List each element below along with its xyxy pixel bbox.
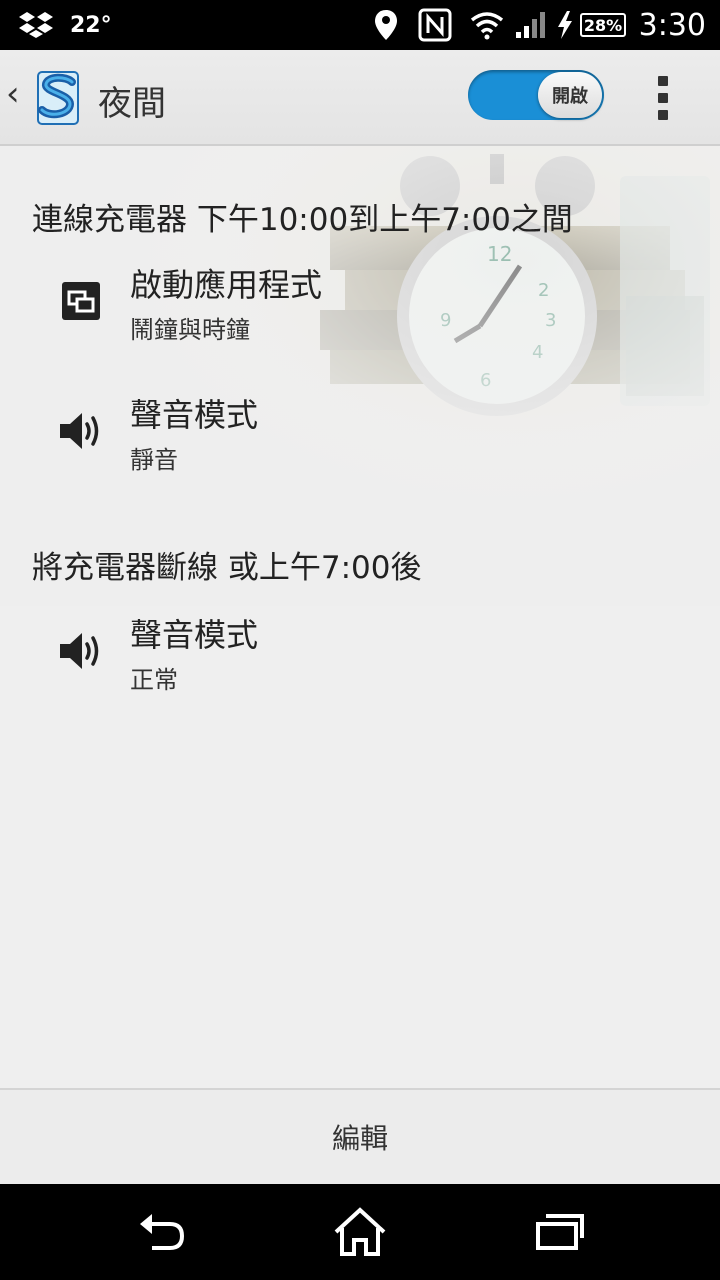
night-mode-toggle[interactable]: 開啟 <box>468 70 604 120</box>
launch-app-icon <box>60 280 106 326</box>
row-title: 啟動應用程式 <box>130 266 323 304</box>
speaker-icon <box>58 408 104 454</box>
battery-percent: 28% <box>580 13 626 37</box>
edit-button[interactable]: 編輯 <box>0 1088 720 1184</box>
section-title-connected: 連線充電器 下午10:00到上午7:00之間 <box>32 202 573 238</box>
toggle-label: 開啟 <box>538 72 602 118</box>
profile-content: 12 2 3 4 6 9 連線充電器 下午10:00到上午7:00之間 啟動應用… <box>0 146 720 1088</box>
recent-apps-icon[interactable] <box>530 1206 590 1258</box>
row-title: 聲音模式 <box>130 396 259 434</box>
temperature-text: 22° <box>70 12 112 38</box>
nfc-icon <box>418 0 452 50</box>
section-title-disconnected: 將充電器斷線 或上午7:00後 <box>32 550 422 586</box>
home-icon[interactable] <box>330 1206 390 1258</box>
charging-icon <box>556 0 574 50</box>
status-bar: 22° 28% 3:30 <box>0 0 720 50</box>
row-title: 聲音模式 <box>130 616 259 654</box>
back-chevron-icon[interactable]: ‹ <box>6 74 20 114</box>
navigation-bar <box>0 1184 720 1280</box>
wifi-icon <box>470 0 504 50</box>
dropbox-icon <box>18 0 54 50</box>
list-item-launch-app[interactable] <box>0 246 720 376</box>
row-subtitle: 正常 <box>130 666 178 694</box>
speaker-icon <box>58 628 104 674</box>
edit-button-label: 編輯 <box>331 1122 388 1155</box>
location-icon <box>374 0 398 50</box>
page-title: 夜間 <box>98 84 166 124</box>
action-bar: ‹ 夜間 開啟 <box>0 50 720 146</box>
overflow-menu-icon[interactable] <box>648 76 678 124</box>
back-icon[interactable] <box>132 1206 192 1258</box>
row-subtitle: 靜音 <box>130 446 178 474</box>
battery-icon: 28% <box>580 12 626 38</box>
list-item-sound-mode-silent[interactable] <box>0 382 720 512</box>
signal-icon <box>514 0 548 50</box>
clock-text: 3:30 <box>638 7 706 43</box>
smart-connect-app-icon[interactable] <box>32 70 84 126</box>
list-item-sound-mode-normal[interactable] <box>0 596 720 726</box>
row-subtitle: 鬧鐘與時鐘 <box>130 316 250 344</box>
